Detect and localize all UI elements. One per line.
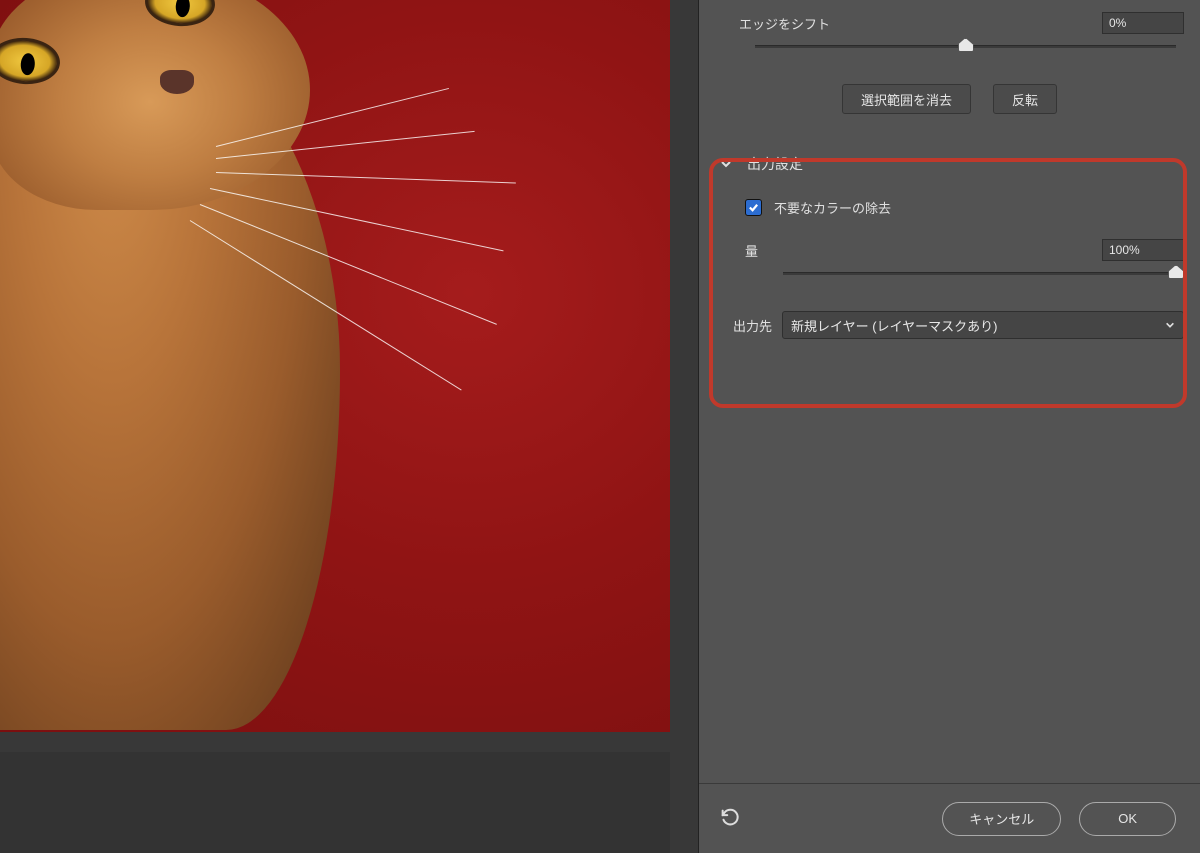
canvas-area [0, 0, 670, 752]
slider-knob-icon[interactable] [958, 38, 974, 52]
output-dest-value: 新規レイヤー (レイヤーマスクあり) [791, 316, 998, 335]
canvas-panel-divider [670, 0, 698, 853]
edge-shift-label: エッジをシフト [739, 14, 830, 33]
slider-knob-icon[interactable] [1168, 265, 1184, 279]
output-settings-title: 出力設定 [747, 154, 803, 174]
cancel-button[interactable]: キャンセル [942, 802, 1061, 836]
output-settings-header[interactable]: 出力設定 [719, 148, 1184, 180]
output-dest-label: 出力先 [733, 316, 772, 335]
canvas-image[interactable] [0, 0, 670, 752]
image-subject-eye [143, 0, 216, 28]
ok-button[interactable]: OK [1079, 802, 1176, 836]
reset-button[interactable] [719, 806, 741, 831]
image-subject-eye [0, 36, 62, 87]
remove-color-label: 不要なカラーの除去 [774, 198, 891, 217]
invert-button[interactable]: 反転 [993, 84, 1057, 114]
canvas-border-bottom [0, 732, 670, 752]
image-subject-nose [160, 70, 194, 94]
canvas-empty-area [0, 752, 670, 853]
amount-value[interactable]: 100% [1102, 239, 1184, 261]
clear-selection-button[interactable]: 選択範囲を消去 [842, 84, 971, 114]
panel-footer: キャンセル OK [699, 783, 1200, 853]
properties-panel: エッジをシフト 0% 選択範囲を消去 反転 出力設定 不要な [698, 0, 1200, 853]
output-dest-dropdown[interactable]: 新規レイヤー (レイヤーマスクあり) [782, 311, 1184, 339]
edge-shift-value[interactable]: 0% [1102, 12, 1184, 34]
edge-shift-slider[interactable] [755, 38, 1176, 56]
chevron-down-icon [719, 157, 733, 171]
amount-label: 量 [745, 241, 758, 260]
remove-color-checkbox[interactable] [745, 199, 762, 216]
chevron-down-icon [1165, 318, 1175, 333]
amount-slider[interactable] [783, 265, 1176, 283]
